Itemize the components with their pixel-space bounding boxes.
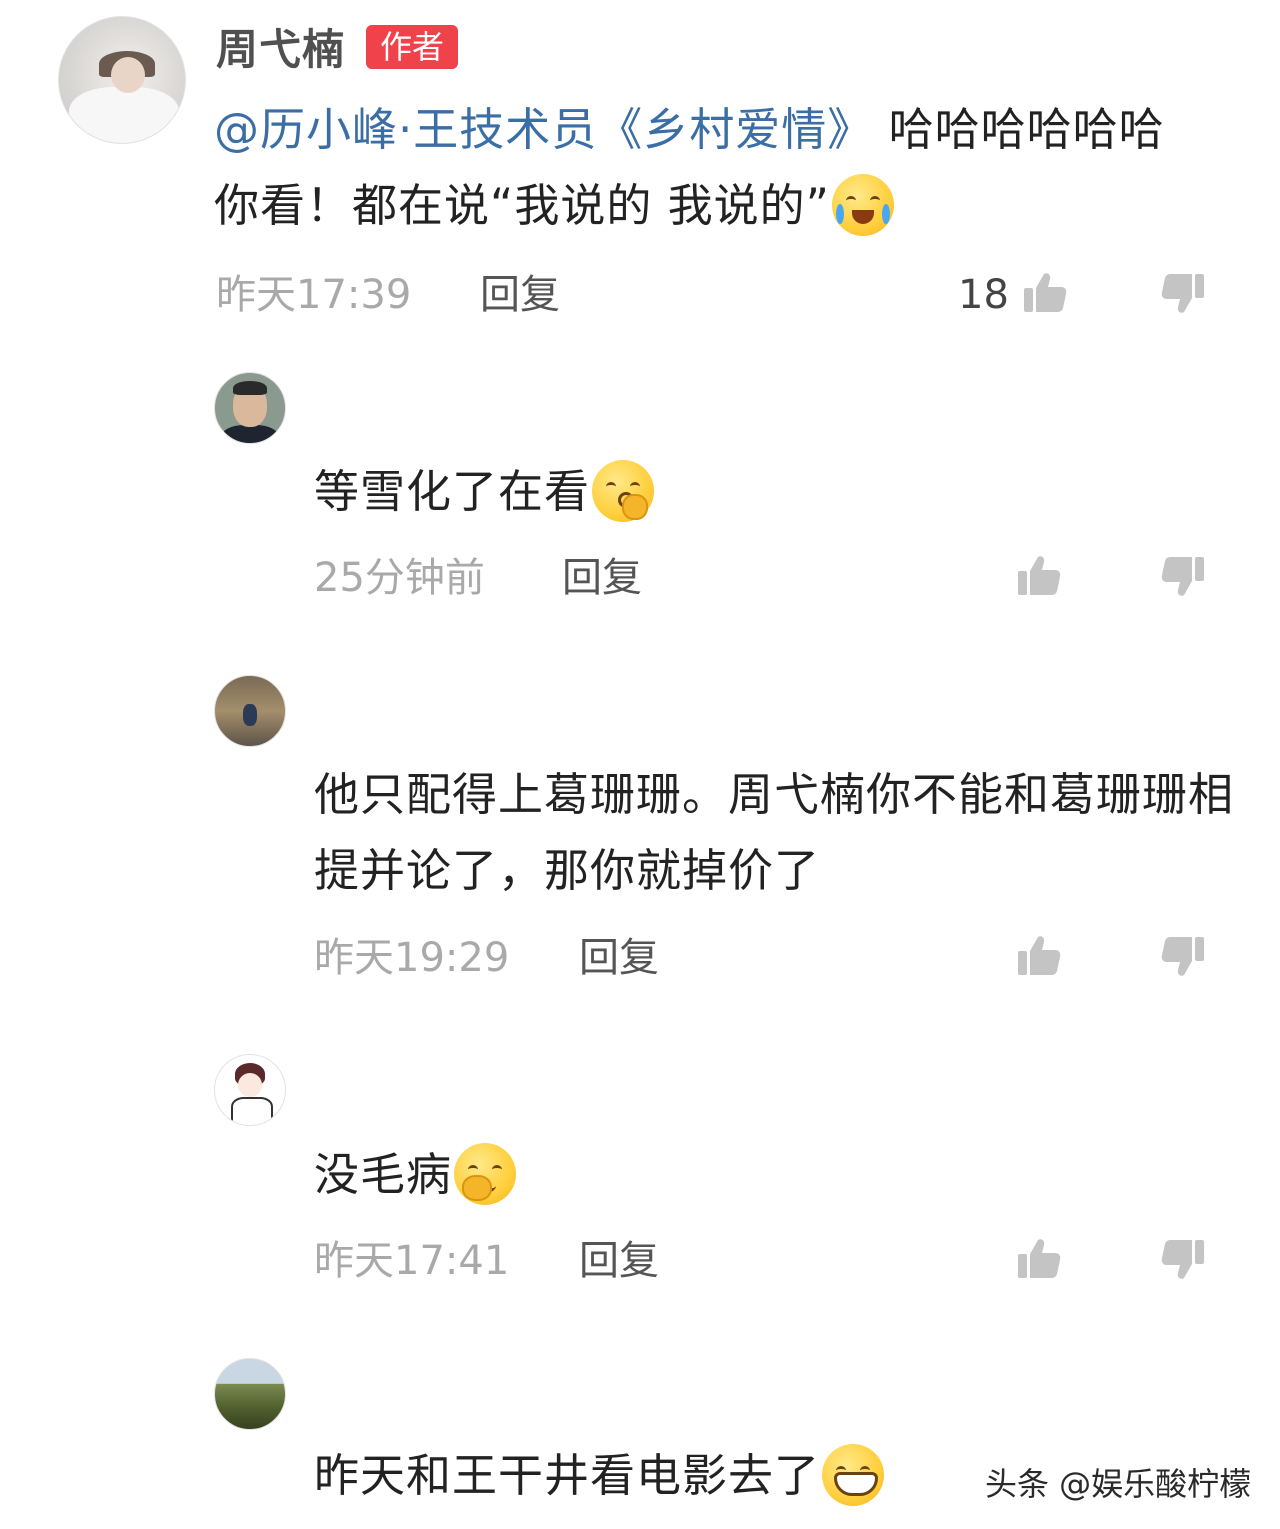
comment-timestamp: 昨天17:39 [216,272,412,318]
thumbs-up-icon[interactable] [1014,1234,1064,1284]
thumbs-down-icon[interactable] [1158,551,1208,601]
reply-button[interactable]: 回复 [579,1236,659,1286]
main-comment-text: @历小峰·王技术员《乡村爱情》 哈哈哈哈哈哈 你看！都在说“我说的 我说的” [214,92,1214,244]
reply-body: 没毛病 [314,1148,453,1201]
reply-button[interactable]: 回复 [480,270,560,320]
watermark: 头条 @娱乐酸柠檬 [985,1465,1252,1503]
thumbs-down-icon[interactable] [1158,931,1208,981]
grin-emoji [822,1444,885,1506]
reply-text: 昨天和王干井看电影去了 [314,1438,974,1514]
reply-avatar[interactable] [214,1054,286,1126]
author-avatar[interactable] [58,16,186,144]
reply-text: 没毛病 [314,1137,1254,1213]
reply-text: 等雪化了在看 [314,454,1254,530]
author-badge: 作者 [366,25,459,69]
laugh-cry-emoji [831,174,894,236]
reply-body: 昨天和王干井看电影去了 [314,1449,821,1502]
reply-timestamp: 昨天17:41 [314,1238,510,1284]
snicker-emoji [454,1143,517,1205]
mention-link[interactable]: @历小峰·王技术员《乡村爱情》 [214,103,873,156]
reply-avatar[interactable] [214,372,286,444]
thumbs-down-icon[interactable] [1158,268,1208,318]
like-count: 18 [958,272,1009,318]
reply-body: 等雪化了在看 [314,465,591,518]
author-username[interactable]: 周弋楠 [216,22,345,78]
reply-button[interactable]: 回复 [579,933,659,983]
reply-button[interactable]: 回复 [562,553,642,603]
thumbs-up-icon[interactable] [1014,551,1064,601]
shush-emoji [592,460,655,522]
thumbs-up-icon[interactable] [1014,931,1064,981]
thumbs-up-icon[interactable] [1020,268,1070,318]
reply-avatar[interactable] [214,1358,286,1430]
reply-timestamp: 昨天19:29 [314,935,510,981]
reply-avatar[interactable] [214,675,286,747]
comment-thread: 周弋楠 作者 @历小峰·王技术员《乡村爱情》 哈哈哈哈哈哈 你看！都在说“我说的… [0,0,1280,1529]
reply-timestamp: 25分钟前 [314,555,485,601]
thumbs-down-icon[interactable] [1158,1234,1208,1284]
reply-text: 他只配得上葛珊珊。周弋楠你不能和葛珊珊相提并论了，那你就掉价了 [314,768,1235,897]
